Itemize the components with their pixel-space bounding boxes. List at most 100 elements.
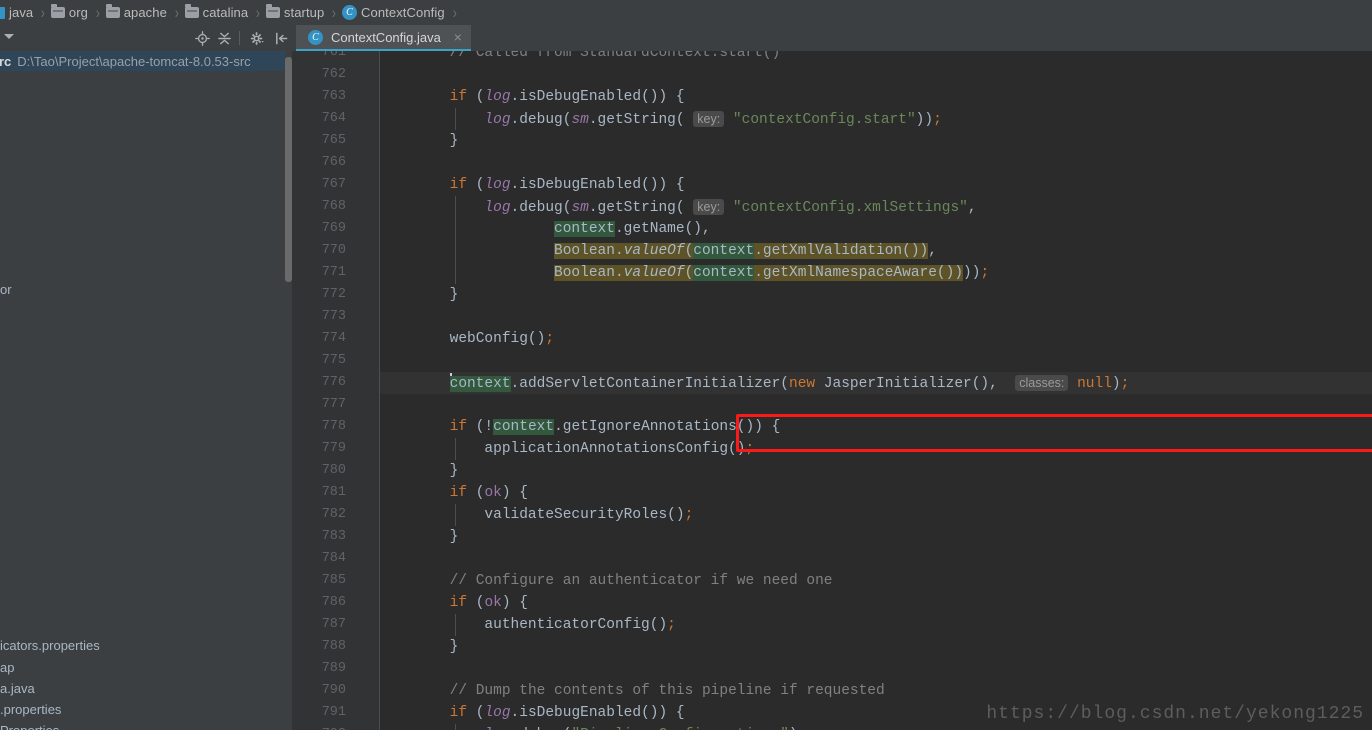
code-line[interactable]: } — [380, 526, 459, 548]
project-tree-item[interactable]: .properties — [0, 702, 61, 717]
close-icon[interactable]: × — [451, 30, 465, 44]
project-tree-item[interactable]: ap — [0, 660, 14, 675]
code-line[interactable]: // Dump the contents of this pipeline if… — [380, 680, 885, 702]
breadcrumb-label: apache — [123, 5, 167, 20]
breadcrumb-item-catalina[interactable]: catalina — [183, 0, 253, 25]
breadcrumb-item-apache[interactable]: apache — [104, 0, 171, 25]
code-line[interactable]: context.getName(), — [380, 218, 711, 240]
line-number: 774 — [321, 331, 346, 346]
panel-dropdown-caret-icon[interactable] — [4, 34, 14, 39]
code-token: new — [789, 376, 816, 392]
warning-highlighted-code: .getXmlValidation()) — [754, 243, 929, 259]
watermark-url: https://blog.csdn.net/yekong1225 — [986, 704, 1364, 724]
code-token: ) — [1111, 376, 1121, 392]
code-line[interactable]: if (ok) { — [380, 482, 528, 504]
code-token: ) { — [501, 595, 528, 611]
code-token: if — [449, 485, 468, 501]
code-line[interactable]: if (!context.getIgnoreAnnotations()) { — [380, 416, 780, 438]
tab-contextconfig-java[interactable]: C ContextConfig.java × — [296, 25, 471, 51]
project-tree-item[interactable]: Properties — [0, 723, 59, 730]
code-token: if — [449, 419, 468, 435]
settings-gear-icon[interactable] — [244, 25, 270, 51]
highlighted-identifier: context — [493, 419, 555, 435]
project-tree-selected-item[interactable]: rc D:\Tao\Project\apache-tomcat-8.0.53-s… — [0, 51, 285, 71]
breadcrumb-item-org[interactable]: org — [49, 0, 92, 25]
code-line[interactable]: Boolean.valueOf(context.getXmlNamespaceA… — [380, 262, 989, 284]
code-line[interactable]: webConfig(); — [380, 328, 554, 350]
breadcrumb-item-java[interactable]: java — [0, 0, 37, 25]
code-token: log — [484, 112, 511, 128]
code-line[interactable]: if (ok) { — [380, 592, 528, 614]
line-number: 769 — [321, 221, 346, 236]
sidebar-scrollbar-thumb[interactable] — [285, 57, 292, 282]
code-token: } — [380, 463, 459, 479]
code-token: .getString( — [588, 200, 685, 216]
code-token: ( — [467, 485, 485, 501]
breadcrumb-item-startup[interactable]: startup — [264, 0, 328, 25]
indent-guide — [455, 108, 456, 130]
breadcrumb-item-contextconfig[interactable]: C ContextConfig — [340, 0, 449, 25]
hide-panel-icon[interactable] — [270, 25, 292, 51]
code-line[interactable]: if (log.isDebugEnabled()) { — [380, 702, 685, 724]
code-line[interactable]: log.debug(sm.getString( key: "contextCon… — [380, 108, 942, 130]
code-token: ; — [684, 507, 694, 523]
code-token: valueOf — [623, 243, 685, 259]
tree-item-prefix: rc — [0, 53, 12, 69]
breadcrumb-label: catalina — [202, 5, 249, 20]
code-line[interactable]: log.debug("Pipeline Configuration:"); — [380, 724, 806, 730]
code-line[interactable]: applicationAnnotationsConfig(); — [380, 438, 754, 460]
editor-gutter[interactable]: 761 762 763 764 765 766 767 768 769 770 771 772 773 7… — [292, 51, 380, 730]
code-folding-column[interactable] — [352, 51, 379, 730]
code-line[interactable]: authenticatorConfig(); — [380, 614, 676, 636]
code-token: .debug( — [510, 112, 572, 128]
code-token: , — [967, 200, 977, 216]
project-tree-items[interactable]: or icators.properties ap a.java .properties P… — [0, 71, 285, 730]
code-line[interactable]: } — [380, 284, 459, 306]
code-token: .isDebugEnabled()) { — [510, 705, 685, 721]
locate-target-icon[interactable] — [191, 25, 213, 51]
line-number: 790 — [321, 683, 346, 698]
code-token: (! — [467, 419, 494, 435]
code-token: sm — [571, 112, 589, 128]
code-line[interactable]: } — [380, 460, 459, 482]
toolbar-divider — [239, 31, 240, 45]
code-token: validateSecurityRoles() — [380, 507, 685, 523]
line-number: 770 — [321, 243, 346, 258]
line-number: 763 — [321, 89, 346, 104]
code-token: } — [380, 133, 459, 149]
code-line[interactable]: Boolean.valueOf(context.getXmlValidation… — [380, 240, 937, 262]
collapse-all-icon[interactable] — [213, 25, 235, 51]
code-line[interactable]: if (log.isDebugEnabled()) { — [380, 174, 685, 196]
line-number: 772 — [321, 287, 346, 302]
code-line[interactable]: // Called from StandardContext.start() — [380, 51, 781, 64]
line-number: 780 — [321, 463, 346, 478]
code-line[interactable]: } — [380, 636, 459, 658]
code-line[interactable]: validateSecurityRoles(); — [380, 504, 693, 526]
inline-parameter-hint: classes: — [1015, 375, 1069, 391]
code-line[interactable]: log.debug(sm.getString( key: "contextCon… — [380, 196, 977, 218]
project-tree-item[interactable]: a.java — [0, 681, 35, 696]
code-token: } — [380, 639, 459, 655]
code-token: log — [484, 705, 511, 721]
code-text-area[interactable]: // Called from StandardContext.start() i… — [380, 51, 1372, 730]
code-line[interactable]: context.addServletContainerInitializer(n… — [380, 372, 1372, 394]
line-number: 773 — [321, 309, 346, 324]
code-token: if — [449, 595, 468, 611]
code-token: ; — [1120, 376, 1130, 392]
project-tree-item[interactable]: or — [0, 282, 12, 297]
code-editor[interactable]: 761 762 763 764 765 766 767 768 769 770 771 772 773 7… — [292, 51, 1372, 730]
project-tree-item[interactable]: icators.properties — [0, 638, 100, 653]
tree-item-path: D:\Tao\Project\apache-tomcat-8.0.53-src — [17, 53, 251, 69]
project-tree-panel[interactable]: rc D:\Tao\Project\apache-tomcat-8.0.53-s… — [0, 51, 292, 730]
highlighted-identifier: context — [693, 265, 755, 281]
code-line[interactable]: // Configure an authenticator if we need… — [380, 570, 833, 592]
code-token: .isDebugEnabled()) { — [510, 177, 685, 193]
code-token: .debug( — [510, 200, 572, 216]
code-line[interactable]: } — [380, 130, 459, 152]
code-line[interactable]: if (log.isDebugEnabled()) { — [380, 86, 685, 108]
